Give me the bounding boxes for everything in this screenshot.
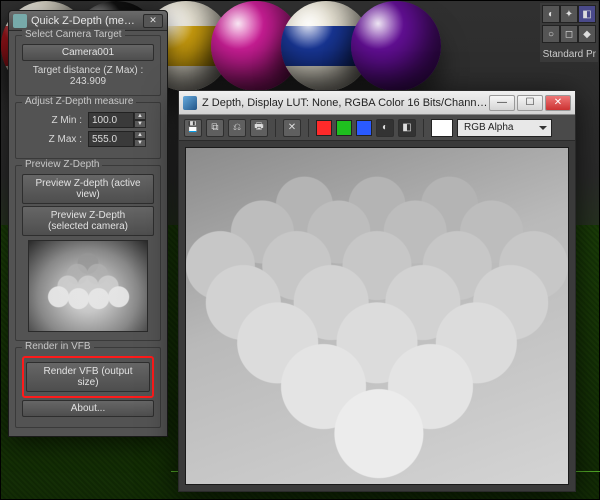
- red-channel-toggle[interactable]: [316, 120, 332, 136]
- panel-sub-2[interactable]: ◻: [560, 25, 578, 43]
- quick-zdepth-window: Quick Z-Depth (mental r... ✕ Select Came…: [8, 10, 168, 437]
- zmin-down-icon[interactable]: ▼: [134, 120, 146, 128]
- render-output-image: [185, 147, 569, 485]
- target-distance-readout: Target distance (Z Max) : 243.909: [22, 65, 154, 87]
- blue-channel-toggle[interactable]: [356, 120, 372, 136]
- channel-dropdown[interactable]: RGB Alpha: [457, 119, 552, 137]
- close-button[interactable]: ✕: [545, 95, 571, 111]
- preview-thumbnail: [28, 240, 148, 332]
- panel-tab-1[interactable]: ◐: [542, 5, 560, 23]
- mono-channel-toggle[interactable]: ◧: [398, 119, 416, 137]
- command-panel: ◐ ✦ ◧ ○ ◻ ◆ Standard Pr: [540, 3, 598, 62]
- group-adjust-legend: Adjust Z-Depth measure: [22, 96, 136, 107]
- zmin-label: Z Min :: [22, 115, 82, 126]
- zmax-input[interactable]: [88, 131, 134, 147]
- panel-tab-3[interactable]: ◧: [578, 5, 596, 23]
- group-adjust-zdepth: Adjust Z-Depth measure Z Min : ▲▼ Z Max …: [15, 102, 161, 159]
- render-vfb-window: Z Depth, Display LUT: None, RGBA Color 1…: [178, 90, 576, 492]
- green-channel-toggle[interactable]: [336, 120, 352, 136]
- toolbar-separator: [423, 119, 424, 137]
- group-select-camera: Select Camera Target Camera001 Target di…: [15, 35, 161, 96]
- maximize-button[interactable]: ☐: [517, 95, 543, 111]
- render-app-icon: [183, 96, 197, 110]
- render-titlebar[interactable]: Z Depth, Display LUT: None, RGBA Color 1…: [179, 91, 575, 115]
- quick-zdepth-titlebar[interactable]: Quick Z-Depth (mental r... ✕: [9, 11, 167, 31]
- render-toolbar: 💾 ⧉ ⎌ 🖶 ✕ ◐ ◧ RGB Alpha: [179, 115, 575, 141]
- save-image-icon[interactable]: 💾: [184, 119, 202, 137]
- highlight-box: Render VFB (output size): [22, 356, 154, 398]
- toolbar-separator: [308, 119, 309, 137]
- clone-image-icon[interactable]: ⎌: [228, 119, 246, 137]
- alpha-channel-toggle[interactable]: ◐: [376, 119, 394, 137]
- preview-active-view-button[interactable]: Preview Z-depth (active view): [22, 174, 154, 204]
- panel-tab-2[interactable]: ✦: [560, 5, 578, 23]
- panel-sub-1[interactable]: ○: [542, 25, 560, 43]
- close-icon[interactable]: ✕: [143, 14, 163, 28]
- clear-image-icon[interactable]: ✕: [283, 119, 301, 137]
- zmax-spinner[interactable]: ▲▼: [88, 131, 148, 147]
- render-title: Z Depth, Display LUT: None, RGBA Color 1…: [202, 97, 489, 109]
- print-image-icon[interactable]: 🖶: [250, 119, 268, 137]
- zmin-input[interactable]: [88, 112, 134, 128]
- color-swatch[interactable]: [431, 119, 453, 137]
- render-vfb-button[interactable]: Render VFB (output size): [26, 362, 150, 392]
- group-select-camera-legend: Select Camera Target: [22, 29, 125, 40]
- toolbar-separator: [275, 119, 276, 137]
- group-render-vfb: Render in VFB Render VFB (output size) A…: [15, 347, 161, 428]
- group-preview-zdepth: Preview Z-Depth Preview Z-depth (active …: [15, 165, 161, 341]
- zmin-up-icon[interactable]: ▲: [134, 112, 146, 120]
- camera-target-button[interactable]: Camera001: [22, 44, 154, 61]
- standard-primitives-label: Standard Pr: [542, 49, 596, 60]
- channel-dropdown-value: RGB Alpha: [464, 122, 513, 133]
- target-distance-label: Target distance (Z Max) :: [33, 65, 144, 76]
- copy-image-icon[interactable]: ⧉: [206, 119, 224, 137]
- zmax-down-icon[interactable]: ▼: [134, 139, 146, 147]
- zmax-up-icon[interactable]: ▲: [134, 131, 146, 139]
- preview-selected-camera-button[interactable]: Preview Z-Depth (selected camera): [22, 206, 154, 236]
- render-canvas-area: [179, 141, 575, 491]
- group-render-vfb-legend: Render in VFB: [22, 341, 94, 352]
- minimize-button[interactable]: —: [489, 95, 515, 111]
- quick-zdepth-app-icon: [13, 14, 27, 28]
- zmin-spinner[interactable]: ▲▼: [88, 112, 148, 128]
- panel-sub-3[interactable]: ◆: [578, 25, 596, 43]
- target-distance-value: 243.909: [70, 76, 106, 87]
- group-preview-legend: Preview Z-Depth: [22, 159, 102, 170]
- quick-zdepth-title: Quick Z-Depth (mental r...: [31, 15, 141, 27]
- about-button[interactable]: About...: [22, 400, 154, 417]
- zmax-label: Z Max :: [22, 134, 82, 145]
